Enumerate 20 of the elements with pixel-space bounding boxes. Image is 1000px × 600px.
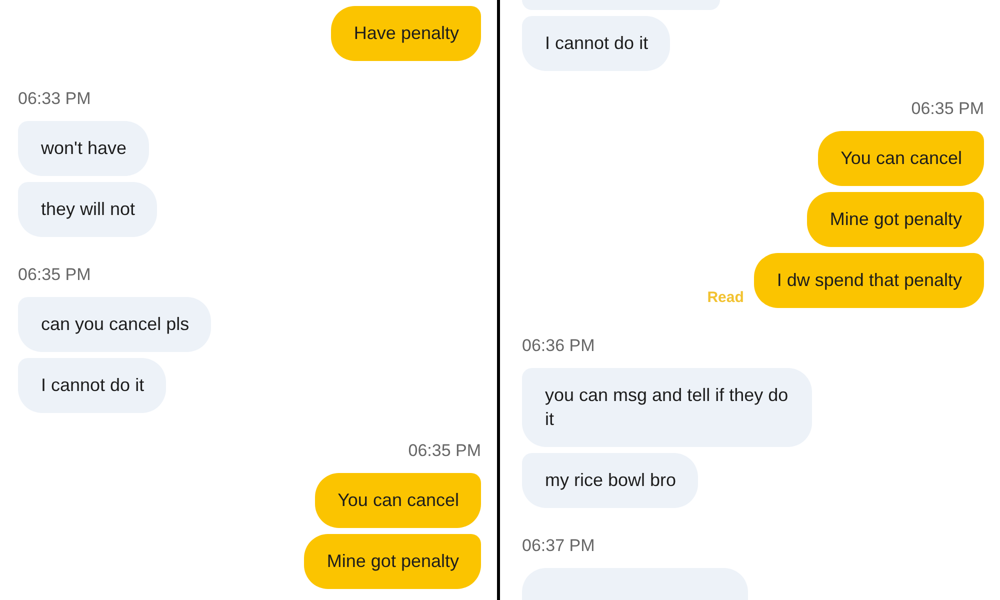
message-bubble: can you cancel pls <box>18 297 212 352</box>
message-bubble: You can cancel <box>314 473 481 528</box>
message-bubble: won't have <box>18 121 148 176</box>
timestamp: 06:33 PM <box>18 89 92 109</box>
timestamp: 06:35 PM <box>408 441 481 461</box>
read-status: Read <box>707 289 744 306</box>
timestamp: 06:35 PM <box>911 99 984 119</box>
message-bubble: Have penalty <box>330 6 481 61</box>
timestamp: 06:36 PM <box>522 336 596 356</box>
timestamp: 06:35 PM <box>18 265 92 285</box>
message-bubble: You can cancel <box>818 131 984 186</box>
message-bubble: Mine got penalty <box>806 192 984 247</box>
message-bubble: I cannot do it <box>522 16 670 71</box>
message-bubble: you can msg and tell if they do it <box>522 368 812 447</box>
message-bubble: they will not <box>18 182 158 237</box>
timestamp: 06:37 PM <box>522 536 596 556</box>
message-bubble: I dw spend that penalty <box>754 253 984 308</box>
message-bubble: I cannot do it <box>18 358 166 413</box>
message-bubble: my rice bowl bro <box>522 453 698 508</box>
message-bubble: Mine got penalty <box>304 534 481 589</box>
